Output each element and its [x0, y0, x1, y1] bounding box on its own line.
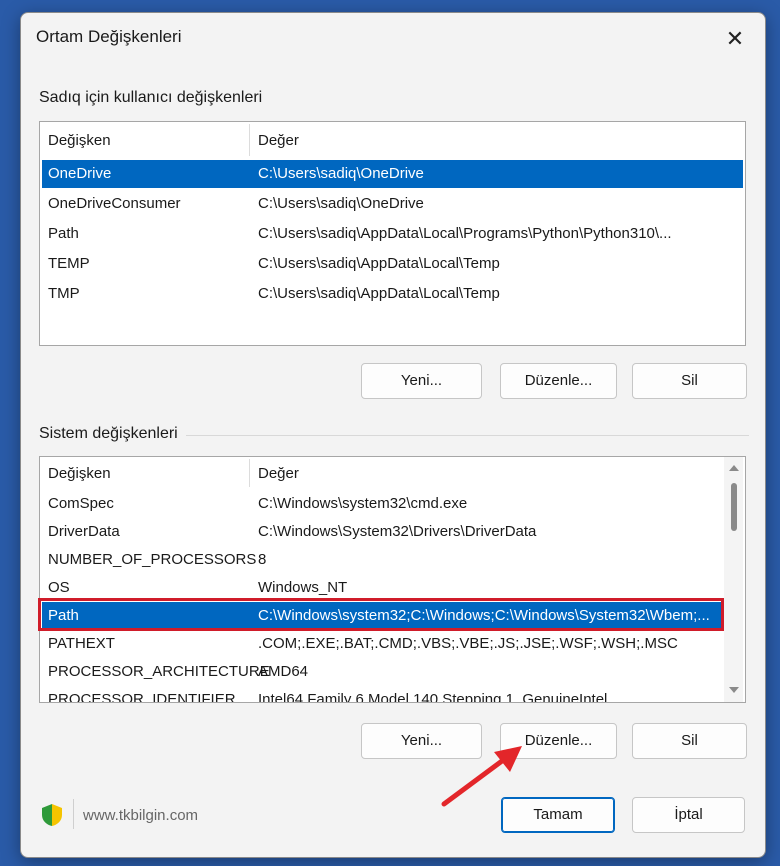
variable-name: OneDriveConsumer: [48, 195, 181, 212]
variable-name: ComSpec: [48, 495, 114, 512]
variable-name: OS: [48, 579, 70, 596]
variable-value: C:\Windows\system32;C:\Windows;C:\Window…: [258, 607, 710, 624]
table-row[interactable]: Path C:\Windows\system32;C:\Windows;C:\W…: [42, 602, 721, 629]
variable-value: AMD64: [258, 663, 309, 680]
variable-value: 8: [258, 551, 267, 568]
scroll-up-icon[interactable]: [729, 465, 739, 471]
watermark-site: www.tkbilgin.com: [83, 807, 199, 824]
variable-value: C:\Users\sadiq\OneDrive: [258, 195, 424, 212]
variable-value: .COM;.EXE;.BAT;.CMD;.VBS;.VBE;.JS;.JSE;.…: [258, 635, 678, 652]
variable-value: Windows_NT: [258, 579, 348, 596]
table-row[interactable]: OneDrive C:\Users\sadiq\OneDrive: [42, 160, 743, 188]
footer-divider: [73, 799, 74, 829]
system-variables-label: Sistem değişkenleri: [39, 425, 186, 443]
table-row[interactable]: PROCESSOR_ARCHITECTURE AMD64: [42, 658, 743, 685]
variable-name: PATHEXT: [48, 635, 115, 652]
column-header-value[interactable]: Değer: [258, 132, 299, 149]
table-row[interactable]: TMP C:\Users\sadiq\AppData\Local\Temp: [42, 280, 743, 308]
column-header-variable[interactable]: Değişken: [48, 465, 111, 482]
system-variables-list[interactable]: Değişken Değer ComSpec C:\Windows\system…: [39, 456, 746, 703]
column-header-value[interactable]: Değer: [258, 465, 299, 482]
variable-value: C:\Windows\System32\Drivers\DriverData: [258, 523, 537, 540]
variable-value: C:\Users\sadiq\OneDrive: [258, 165, 424, 182]
variable-value: C:\Users\sadiq\AppData\Local\Temp: [258, 285, 500, 302]
column-divider[interactable]: [249, 124, 250, 156]
variable-name: NUMBER_OF_PROCESSORS: [48, 551, 257, 568]
scroll-down-icon[interactable]: [729, 687, 739, 693]
variable-value: Intel64 Family 6 Model 140 Stepping 1, G…: [258, 691, 608, 703]
scrollbar-thumb[interactable]: [731, 483, 737, 531]
user-variables-label: Sadıq için kullanıcı değişkenleri: [39, 89, 271, 107]
table-row[interactable]: DriverData C:\Windows\System32\Drivers\D…: [42, 518, 743, 545]
variable-name: TMP: [48, 285, 80, 302]
variable-name: PROCESSOR_ARCHITECTURE: [48, 663, 270, 680]
system-delete-button[interactable]: Sil: [632, 723, 747, 759]
variable-name: OneDrive: [48, 165, 112, 182]
variable-name: PROCESSOR_IDENTIFIER: [48, 691, 236, 703]
dialog-title: Ortam Değişkenleri: [36, 27, 182, 46]
variable-name: Path: [48, 607, 79, 624]
table-row[interactable]: OS Windows_NT: [42, 574, 743, 601]
vertical-scrollbar[interactable]: [724, 457, 743, 702]
user-edit-button[interactable]: Düzenle...: [500, 363, 617, 399]
variable-value: C:\Windows\system32\cmd.exe: [258, 495, 468, 512]
user-variables-list[interactable]: Değişken Değer OneDrive C:\Users\sadiq\O…: [39, 121, 746, 346]
variable-name: Path: [48, 225, 79, 242]
shield-logo-icon: [42, 804, 62, 826]
variable-name: TEMP: [48, 255, 90, 272]
table-row[interactable]: NUMBER_OF_PROCESSORS 8: [42, 546, 743, 573]
red-arrow-icon: [441, 746, 522, 807]
table-row[interactable]: PROCESSOR_IDENTIFIER Intel64 Family 6 Mo…: [42, 686, 743, 703]
user-new-button[interactable]: Yeni...: [361, 363, 482, 399]
column-header-variable[interactable]: Değişken: [48, 132, 111, 149]
column-divider[interactable]: [249, 459, 250, 487]
user-delete-button[interactable]: Sil: [632, 363, 747, 399]
variable-name: DriverData: [48, 523, 120, 540]
table-row[interactable]: TEMP C:\Users\sadiq\AppData\Local\Temp: [42, 250, 743, 278]
table-row[interactable]: ComSpec C:\Windows\system32\cmd.exe: [42, 490, 743, 517]
table-row[interactable]: OneDriveConsumer C:\Users\sadiq\OneDrive: [42, 190, 743, 218]
table-row[interactable]: Path C:\Users\sadiq\AppData\Local\Progra…: [42, 220, 743, 248]
close-icon[interactable]: ✕: [721, 25, 749, 53]
variable-value: C:\Users\sadiq\AppData\Local\Programs\Py…: [258, 225, 672, 242]
table-row[interactable]: PATHEXT .COM;.EXE;.BAT;.CMD;.VBS;.VBE;.J…: [42, 630, 743, 657]
variable-value: C:\Users\sadiq\AppData\Local\Temp: [258, 255, 500, 272]
cancel-button[interactable]: İptal: [632, 797, 745, 833]
environment-variables-dialog: Ortam Değişkenleri ✕ Sadıq için kullanıc…: [20, 12, 766, 858]
